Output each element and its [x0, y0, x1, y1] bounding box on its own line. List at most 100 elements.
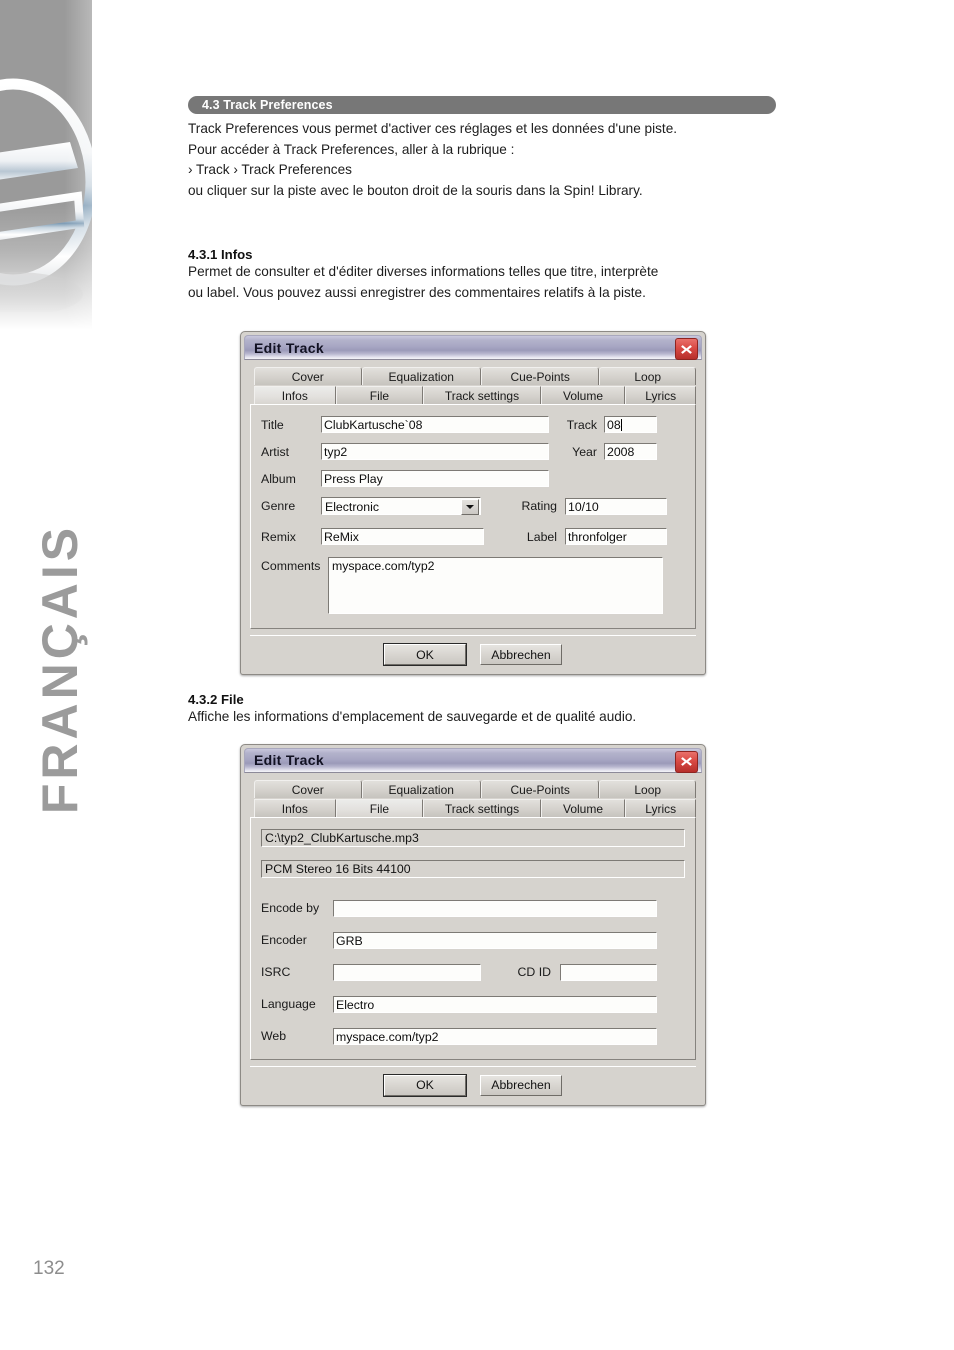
dialog-title-file: Edit Track	[254, 752, 324, 768]
field-row-title: Title ClubKartusche`08 Track 08	[261, 416, 685, 433]
field-row-comments: Comments myspace.com/typ2	[261, 557, 685, 614]
language-tab-label: FRANÇAIS	[32, 523, 88, 815]
dialog-body-infos: Cover Equalization Cue-Points Loop Infos…	[244, 360, 702, 669]
language-input[interactable]: Electro	[333, 995, 657, 1013]
tab-loop[interactable]: Loop	[599, 779, 696, 798]
track-input[interactable]: 08	[604, 416, 657, 433]
cancel-button[interactable]: Abbrechen	[480, 1074, 562, 1096]
web-input[interactable]: myspace.com/typ2	[333, 1027, 657, 1045]
remix-label: Remix	[261, 529, 296, 544]
cd-id-label: CD ID	[517, 965, 551, 979]
artist-input[interactable]: typ2	[321, 443, 549, 460]
chevron-down-icon[interactable]	[461, 499, 479, 515]
dialog-title-infos: Edit Track	[254, 339, 324, 356]
cd-id-input[interactable]	[560, 963, 657, 981]
subsection-infos-heading: 4.3.1 Infos	[188, 247, 253, 262]
brand-logo-icon	[0, 78, 92, 312]
title-input[interactable]: ClubKartusche`08	[321, 416, 549, 433]
file-path-display: C:\typ2_ClubKartusche.mp3	[261, 828, 685, 847]
field-row-isrc: ISRC CD ID	[261, 963, 685, 981]
close-icon[interactable]	[675, 750, 698, 773]
subsection-file-heading: 4.3.2 File	[188, 692, 244, 707]
language-label: Language	[261, 997, 316, 1011]
tab-equalization[interactable]: Equalization	[361, 367, 481, 385]
edit-track-dialog-file: Edit Track Cover Equalization Cue-Points…	[240, 743, 706, 1106]
close-icon[interactable]	[675, 338, 698, 360]
subsection-file-line-1: Affiche les informations d'emplacement d…	[188, 709, 637, 724]
tab-file[interactable]: File	[335, 798, 424, 817]
dialog-body-file: Cover Equalization Cue-Points Loop Infos…	[244, 772, 702, 1100]
label-input[interactable]: thronfolger	[565, 528, 667, 545]
edit-track-file-dialog-wrap: Edit Track Cover Equalization Cue-Points…	[240, 743, 788, 1106]
tab-lyrics[interactable]: Lyrics	[625, 386, 697, 404]
album-input[interactable]: Press Play	[321, 470, 549, 487]
tab-cover[interactable]: Cover	[254, 367, 362, 385]
artist-label: Artist	[261, 444, 290, 459]
tab-row-bottom-infos: Infos File Track settings Volume Lyrics	[250, 386, 697, 404]
tab-cue-points[interactable]: Cue-Points	[480, 779, 600, 798]
section-heading-bar: 4.3 Track Preferences	[188, 96, 776, 114]
isrc-label: ISRC	[261, 965, 291, 979]
edit-track-infos-dialog-wrap: Edit Track Cover Equalization Cue-Points…	[240, 331, 788, 675]
tab-infos[interactable]: Infos	[254, 798, 336, 817]
tab-volume[interactable]: Volume	[540, 798, 626, 817]
subsection-infos: 4.3.1 Infos Permet de consulter et d'édi…	[188, 247, 788, 303]
cancel-button[interactable]: Abbrechen	[480, 644, 562, 665]
tab-row-top-file: Cover Equalization Cue-Points Loop	[250, 779, 696, 798]
tab-track-settings[interactable]: Track settings	[423, 798, 541, 817]
ok-button[interactable]: OK	[383, 643, 467, 666]
section-heading-text: 4.3 Track Preferences	[202, 98, 333, 112]
tab-loop[interactable]: Loop	[599, 367, 696, 385]
label-label: Label	[526, 529, 557, 544]
track-label: Track	[566, 417, 597, 432]
encoder-label: Encoder	[261, 933, 307, 947]
encoder-input[interactable]: GRB	[333, 931, 657, 949]
field-row-genre: Genre Electronic Rating 10/10	[261, 497, 685, 515]
year-label: Year	[572, 444, 597, 459]
tab-volume[interactable]: Volume	[540, 386, 626, 404]
tab-equalization[interactable]: Equalization	[361, 779, 481, 798]
tab-row-bottom-file: Infos File Track settings Volume Lyrics	[250, 798, 697, 817]
genre-label: Genre	[261, 499, 296, 513]
field-row-encode-by: Encode by	[261, 899, 685, 917]
field-row-album: Album Press Play	[261, 470, 685, 487]
field-row-artist: Artist typ2 Year 2008	[261, 443, 685, 460]
field-row-encoder: Encoder GRB	[261, 931, 685, 949]
tab-track-settings[interactable]: Track settings	[423, 386, 541, 404]
subsection-file: 4.3.2 File Affiche les informations d'em…	[188, 692, 788, 728]
genre-selected-value: Electronic	[325, 500, 379, 514]
field-row-web: Web myspace.com/typ2	[261, 1027, 685, 1045]
encode-by-label: Encode by	[261, 901, 320, 915]
content-column: 4.3 Track Preferences Track Preferences …	[188, 0, 788, 1106]
ok-button[interactable]: OK	[383, 1073, 467, 1097]
intro-line-1: Track Preferences vous permet d'activer …	[188, 121, 678, 136]
tab-cue-points[interactable]: Cue-Points	[480, 367, 600, 385]
left-decorative-band	[0, 0, 92, 330]
tab-cover[interactable]: Cover	[254, 779, 362, 798]
field-row-language: Language Electro	[261, 995, 685, 1013]
tab-infos[interactable]: Infos	[254, 386, 336, 404]
encode-by-input[interactable]	[333, 899, 657, 917]
tab-panel-file: C:\typ2_ClubKartusche.mp3 PCM Stereo 16 …	[250, 816, 696, 1060]
title-label: Title	[261, 417, 284, 432]
tab-lyrics[interactable]: Lyrics	[625, 798, 697, 817]
subsection-infos-line-1: Permet de consulter et d'éditer diverses…	[188, 264, 659, 279]
page-number: 132	[33, 1258, 65, 1279]
comments-label: Comments	[261, 559, 321, 573]
comments-textarea[interactable]: myspace.com/typ2	[328, 557, 663, 614]
dialog-titlebar-file: Edit Track	[244, 747, 702, 773]
tab-file[interactable]: File	[335, 386, 424, 404]
rating-input[interactable]: 10/10	[565, 497, 667, 515]
intro-line-4: ou cliquer sur la piste avec le bouton d…	[188, 182, 643, 198]
remix-input[interactable]: ReMix	[321, 528, 484, 545]
edit-track-dialog-infos: Edit Track Cover Equalization Cue-Points…	[240, 331, 706, 675]
year-input[interactable]: 2008	[604, 443, 657, 460]
isrc-input[interactable]	[333, 963, 481, 981]
intro-line-3: › Track › Track Preferences	[188, 162, 352, 177]
dialog-footer-file: OK Abbrechen	[250, 1065, 696, 1100]
dialog-titlebar-infos: Edit Track	[244, 335, 702, 360]
subsection-infos-line-2: ou label. Vous pouvez aussi enregistrer …	[188, 284, 646, 300]
web-label: Web	[261, 1029, 287, 1043]
section-intro-paragraph: Track Preferences vous permet d'activer …	[188, 119, 788, 201]
genre-select[interactable]: Electronic	[321, 497, 481, 515]
